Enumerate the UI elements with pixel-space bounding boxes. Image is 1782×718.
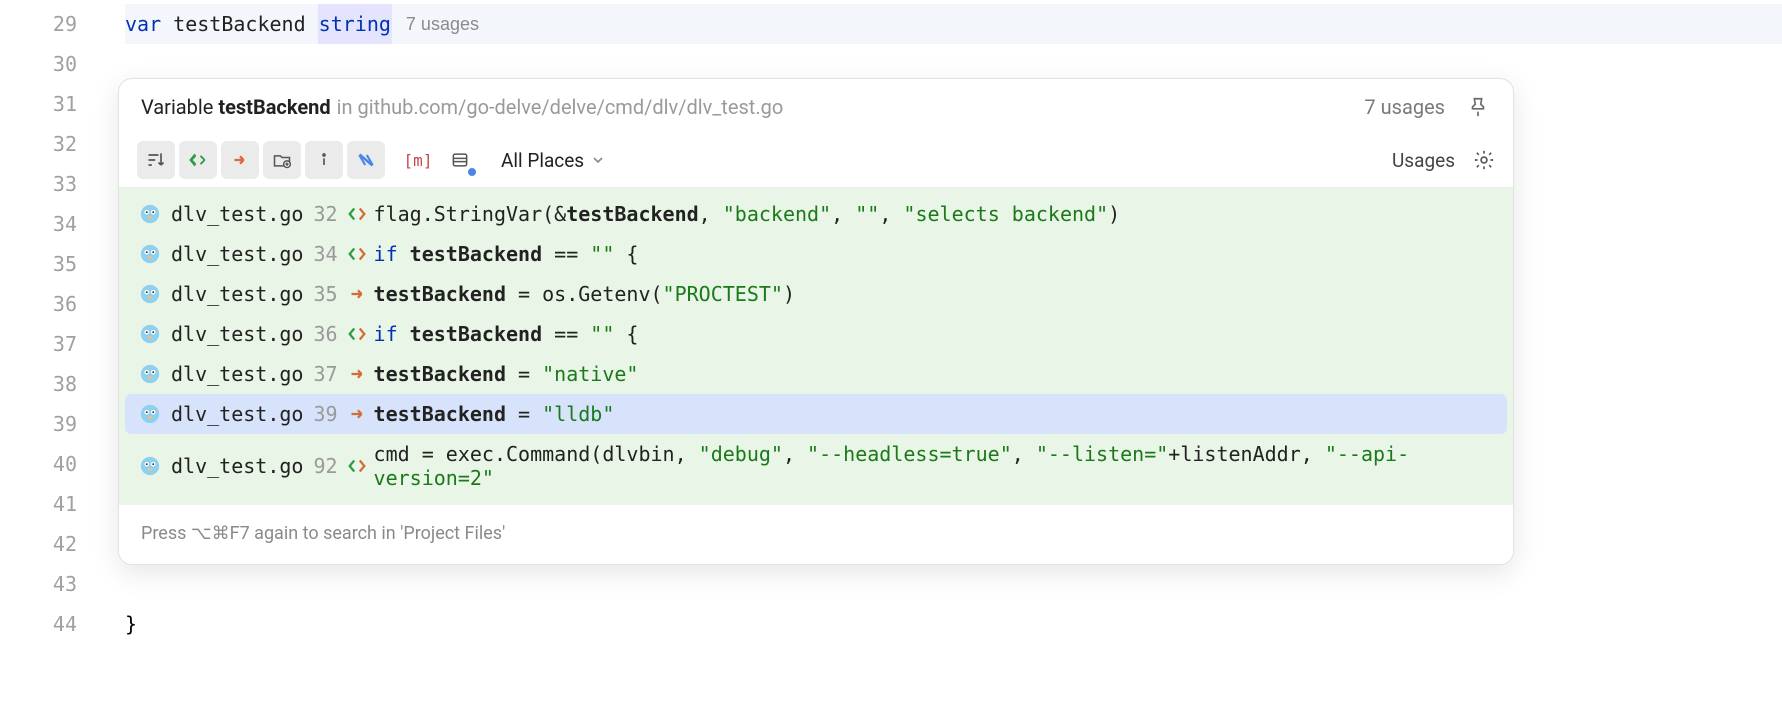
usage-row[interactable]: dlv_test.go 92 cmd = exec.Command(dlvbin, … [125,434,1507,498]
pin-icon[interactable] [1467,96,1489,118]
usage-file: dlv_test.go [171,402,303,426]
usage-row[interactable]: dlv_test.go 36 if testBackend == "" { [125,314,1507,354]
code-line[interactable]: } [125,604,1782,644]
usage-results: dlv_test.go 32 flag.StringVar(&testBackend… [119,188,1513,504]
usage-code: if testBackend == "" { [374,322,639,346]
usage-file: dlv_test.go [171,242,303,266]
gutter: 29 30 31 32 33 34 35 36 37 38 39 40 41 4… [0,0,105,718]
chevron-down-icon [592,154,604,166]
usage-file: dlv_test.go [171,322,303,346]
type: string [318,4,392,44]
usage-line: 36 [313,322,337,346]
usages-tab[interactable]: Usages [1392,149,1455,172]
popup-header: Variable testBackend in github.com/go-de… [119,79,1513,133]
popup-title: Variable testBackend [141,95,331,119]
usage-code: testBackend = "lldb" [374,402,615,426]
gear-icon[interactable] [1473,149,1495,171]
usage-row[interactable]: dlv_test.go 32 flag.StringVar(&testBackend… [125,194,1507,234]
line-number: 36 [0,284,77,324]
read-access-button[interactable] [179,141,217,179]
popup-footer: Press ⌥⌘F7 again to search in 'Project F… [119,504,1513,564]
usage-line: 37 [313,362,337,386]
footer-hint: Press ⌥⌘F7 again to search in 'Project F… [141,523,505,544]
new-folder-button[interactable] [263,141,301,179]
usage-code: testBackend = "native" [374,362,639,386]
usage-row[interactable]: dlv_test.go 39 testBackend = "lldb" [125,394,1507,434]
usage-file: dlv_test.go [171,454,303,478]
usage-file: dlv_test.go [171,202,303,226]
usage-line: 92 [313,454,337,478]
line-number: 39 [0,404,77,444]
usage-count: 7 usages [1364,95,1445,119]
popup-path: in github.com/go-delve/delve/cmd/dlv/dlv… [337,95,784,119]
line-number: 29 [0,4,77,44]
line-number: 35 [0,244,77,284]
usage-row[interactable]: dlv_test.go 35 testBackend = os.Getenv("PR… [125,274,1507,314]
usage-line: 34 [313,242,337,266]
usage-code: cmd = exec.Command(dlvbin, "debug", "--h… [374,442,1493,490]
line-number: 37 [0,324,77,364]
code-line[interactable]: var testBackend string 7 usages [125,4,1782,44]
usage-line: 39 [313,402,337,426]
sort-button[interactable] [137,141,175,179]
inlay-hint[interactable]: 7 usages [406,4,479,44]
usage-code: flag.StringVar(&testBackend, "backend", … [374,202,1121,226]
usage-row[interactable]: dlv_test.go 34 if testBackend == "" { [125,234,1507,274]
popup-toolbar: [m] All Places Usages [119,133,1513,188]
line-number: 31 [0,84,77,124]
brace: } [125,604,137,644]
write-access-button[interactable] [221,141,259,179]
code-line[interactable] [125,564,1782,604]
scope-dropdown[interactable]: All Places [501,149,604,172]
preview-button[interactable] [347,141,385,179]
group-by-button[interactable] [441,141,479,179]
line-number: 44 [0,604,77,644]
identifier: testBackend [173,4,305,44]
line-number: 43 [0,564,77,604]
keyword: var [125,4,161,44]
line-number: 32 [0,124,77,164]
method-hierarchy-button[interactable]: [m] [399,141,437,179]
usage-code: testBackend = os.Getenv("PROCTEST") [374,282,795,306]
usage-code: if testBackend == "" { [374,242,639,266]
usage-line: 32 [313,202,337,226]
line-number: 33 [0,164,77,204]
usage-file: dlv_test.go [171,282,303,306]
line-number: 34 [0,204,77,244]
line-number: 41 [0,484,77,524]
line-number: 30 [0,44,77,84]
line-number: 38 [0,364,77,404]
usage-line: 35 [313,282,337,306]
line-number: 40 [0,444,77,484]
usage-row[interactable]: dlv_test.go 37 testBackend = "native" [125,354,1507,394]
line-number: 42 [0,524,77,564]
scope-label: All Places [501,149,584,172]
find-usages-popup: Variable testBackend in github.com/go-de… [118,78,1514,565]
usage-file: dlv_test.go [171,362,303,386]
info-button[interactable] [305,141,343,179]
